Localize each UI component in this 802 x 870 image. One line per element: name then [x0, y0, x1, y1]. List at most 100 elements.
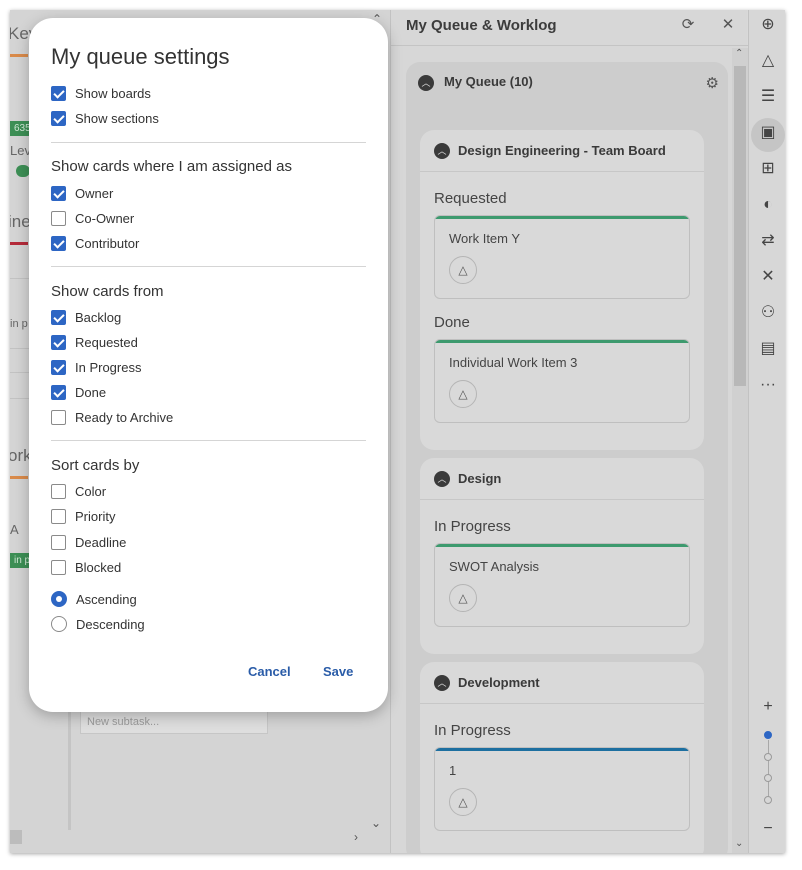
zoom-out-icon[interactable]: −: [757, 818, 779, 840]
option-label: Descending: [76, 616, 145, 632]
in-progress-option[interactable]: In Progress: [51, 358, 141, 376]
scroll-right-icon[interactable]: ›: [354, 830, 358, 844]
h-scroll-thumb[interactable]: [10, 830, 22, 844]
scroll-down-arrow-icon[interactable]: ⌄: [735, 838, 743, 849]
owner-option[interactable]: Owner: [51, 184, 113, 202]
backlog-option[interactable]: Backlog: [51, 308, 121, 326]
in-progress-checkbox[interactable]: [51, 359, 66, 375]
card-title: Individual Work Item 3: [449, 355, 578, 370]
requested-checkbox[interactable]: [51, 334, 66, 350]
palette-icon[interactable]: ◐: [757, 194, 779, 216]
divider: [51, 142, 366, 143]
filter-icon[interactable]: ☰: [757, 86, 779, 108]
board-design-engineering: ︿ Design Engineering - Team Board Reques…: [420, 130, 704, 450]
document-icon[interactable]: ▤: [757, 338, 779, 360]
chevron-up-icon[interactable]: ︿: [418, 75, 434, 91]
card-color-bar: [435, 748, 689, 751]
shapes-icon[interactable]: △: [757, 50, 779, 72]
contributor-checkbox[interactable]: [51, 235, 66, 251]
more-icon[interactable]: ···: [757, 374, 779, 396]
queue-card[interactable]: SWOT Analysis △: [434, 543, 690, 627]
swap-arrows-icon[interactable]: ⇄: [757, 230, 779, 252]
scroll-up-arrow-icon[interactable]: ⌃: [735, 48, 743, 59]
ascending-option[interactable]: Ascending: [51, 590, 137, 608]
option-label: Owner: [75, 185, 114, 201]
blocked-checkbox[interactable]: [51, 559, 66, 575]
chevron-up-icon[interactable]: ︿: [434, 675, 450, 691]
zoom-in-icon[interactable]: +: [757, 696, 779, 718]
column-label: In Progress: [434, 722, 511, 739]
sort-color-option[interactable]: Color: [51, 482, 106, 500]
zoom-level-dot[interactable]: [764, 774, 772, 782]
sort-section-title: Sort cards by: [51, 457, 140, 474]
board-design: ︿ Design In Progress SWOT Analysis △: [420, 458, 704, 654]
warning-triangle-icon[interactable]: △: [449, 584, 477, 612]
scroll-down-icon[interactable]: ⌄: [371, 816, 381, 830]
board-development: ︿ Development In Progress 1 △: [420, 662, 704, 853]
sort-deadline-option[interactable]: Deadline: [51, 533, 126, 551]
warning-triangle-icon[interactable]: △: [449, 256, 477, 284]
assigned-section-title: Show cards where I am assigned as: [51, 158, 292, 175]
cancel-button[interactable]: Cancel: [248, 664, 291, 679]
zoom-level-dot[interactable]: [764, 796, 772, 804]
warning-triangle-icon[interactable]: △: [449, 788, 477, 816]
queue-settings-dialog: My queue settings Show boards Show secti…: [29, 18, 388, 712]
sort-priority-option[interactable]: Priority: [51, 507, 115, 525]
co-owner-checkbox[interactable]: [51, 210, 66, 226]
board-ine-text: ine: [10, 212, 31, 231]
add-circle-icon[interactable]: ⊕: [757, 14, 779, 36]
queue-card[interactable]: Individual Work Item 3 △: [434, 339, 690, 423]
backlog-checkbox[interactable]: [51, 309, 66, 325]
tools-icon[interactable]: ✕: [757, 266, 779, 288]
vertical-rule: [68, 700, 71, 830]
show-sections-checkbox[interactable]: [51, 110, 66, 126]
option-label: Backlog: [75, 309, 122, 325]
descending-option[interactable]: Descending: [51, 615, 145, 633]
a-text: A: [10, 522, 19, 537]
queue-briefcase-icon[interactable]: ▣: [757, 122, 779, 144]
orange-bar: [10, 54, 28, 57]
warning-triangle-icon[interactable]: △: [449, 380, 477, 408]
deadline-checkbox[interactable]: [51, 534, 66, 550]
color-checkbox[interactable]: [51, 483, 66, 499]
ready-to-archive-checkbox[interactable]: [51, 409, 66, 425]
gear-icon[interactable]: ⚙: [706, 74, 719, 92]
zoom-level-dot-active[interactable]: [764, 731, 772, 739]
chevron-up-icon[interactable]: ︿: [434, 471, 450, 487]
column-label: Requested: [434, 190, 507, 207]
show-boards-checkbox[interactable]: [51, 85, 66, 101]
panel-header: My Queue & Worklog ⟳ ✕: [391, 10, 748, 46]
card-title: Work Item Y: [449, 231, 521, 246]
queue-card[interactable]: Work Item Y △: [434, 215, 690, 299]
save-button[interactable]: Save: [323, 664, 353, 679]
green-pill: [16, 165, 30, 177]
queue-card[interactable]: 1 △: [434, 747, 690, 831]
column-label: Done: [434, 314, 470, 331]
contributor-option[interactable]: Contributor: [51, 234, 139, 252]
close-icon[interactable]: ✕: [719, 16, 737, 34]
done-option[interactable]: Done: [51, 383, 106, 401]
zoom-level-dot[interactable]: [764, 753, 772, 761]
priority-checkbox[interactable]: [51, 508, 66, 524]
done-checkbox[interactable]: [51, 384, 66, 400]
requested-option[interactable]: Requested: [51, 333, 138, 351]
show-sections-option[interactable]: Show sections: [51, 109, 159, 127]
owner-checkbox[interactable]: [51, 185, 66, 201]
new-subtask-input[interactable]: New subtask...: [80, 710, 268, 734]
option-label: Contributor: [75, 235, 140, 251]
panel-scrollbar[interactable]: ⌃ ⌄: [732, 48, 748, 853]
descending-radio[interactable]: [51, 616, 67, 632]
option-label: Show sections: [75, 110, 159, 126]
queue-title: My Queue (10): [444, 74, 533, 89]
hierarchy-icon[interactable]: ⊞: [757, 158, 779, 180]
queue-worklog-panel: My Queue & Worklog ⟳ ✕ ⌃ ⌄ ︿ My Queue (1…: [390, 10, 748, 853]
ready-to-archive-option[interactable]: Ready to Archive: [51, 408, 173, 426]
scroll-thumb[interactable]: [734, 66, 746, 386]
refresh-icon[interactable]: ⟳: [679, 16, 697, 34]
co-owner-option[interactable]: Co-Owner: [51, 209, 134, 227]
ascending-radio[interactable]: [51, 591, 67, 607]
chevron-up-icon[interactable]: ︿: [434, 143, 450, 159]
show-boards-option[interactable]: Show boards: [51, 84, 151, 102]
add-user-icon[interactable]: ⚇: [757, 302, 779, 324]
sort-blocked-option[interactable]: Blocked: [51, 558, 121, 576]
